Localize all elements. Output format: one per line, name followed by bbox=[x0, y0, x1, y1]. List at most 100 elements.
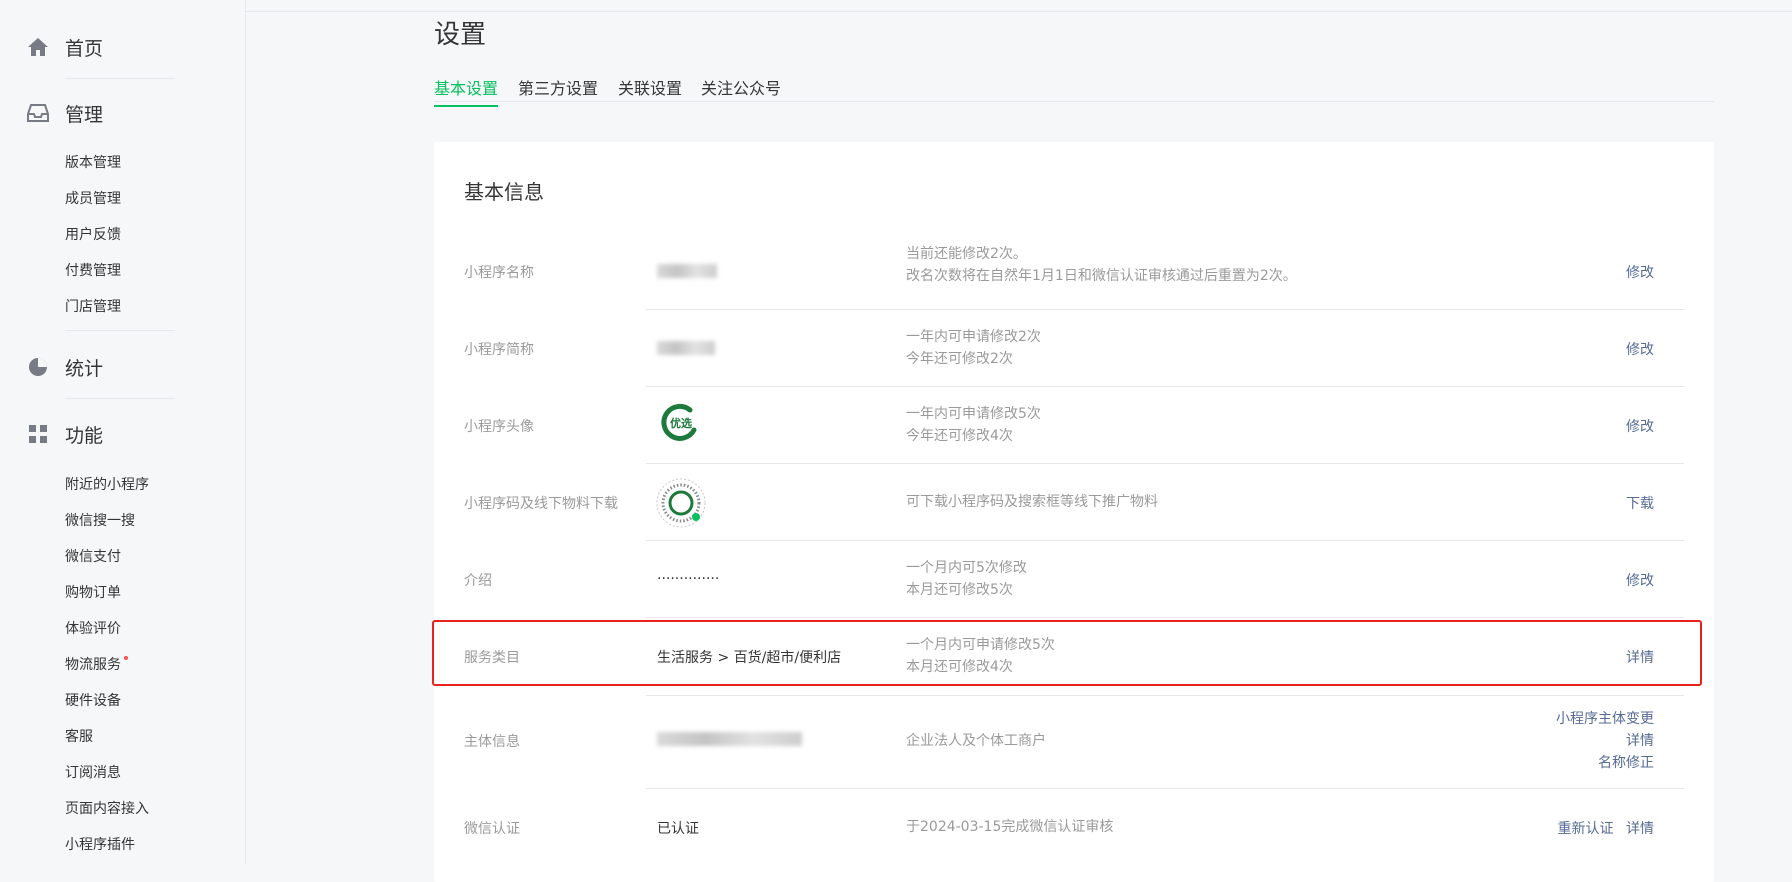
settings-tabs: 基本设置 第三方设置 关联设置 关注公众号 bbox=[434, 70, 1714, 107]
row-label: 小程序名称 bbox=[464, 265, 534, 281]
sidebar-item-members[interactable]: 成员管理 bbox=[65, 188, 121, 208]
nav-home[interactable]: 首页 bbox=[0, 24, 245, 68]
verification-detail-link[interactable]: 详情 bbox=[1626, 821, 1654, 837]
row-divider bbox=[646, 695, 1684, 696]
blurred-value bbox=[657, 732, 802, 746]
notification-dot bbox=[124, 656, 128, 660]
blurred-value bbox=[657, 341, 715, 355]
entity-value bbox=[657, 731, 802, 747]
verification-actions: 重新认证 详情 bbox=[1558, 818, 1654, 838]
card-title: 基本信息 bbox=[464, 180, 544, 204]
inbox-icon bbox=[27, 104, 49, 122]
row-desc: 一年内可申请修改2次 今年还可修改2次 bbox=[906, 326, 1041, 370]
row-label: 主体信息 bbox=[464, 734, 520, 750]
sidebar-item-logistics-label: 物流服务 bbox=[65, 657, 121, 673]
avatar: 优选 bbox=[660, 402, 700, 442]
qr-code-icon bbox=[656, 478, 706, 528]
sidebar-item-payment[interactable]: 付费管理 bbox=[65, 260, 121, 280]
sidebar-item-content[interactable]: 页面内容接入 bbox=[65, 798, 149, 818]
edit-short-name-link[interactable]: 修改 bbox=[1626, 339, 1654, 359]
row-verification: 微信认证 已认证 于2024-03-15完成微信认证审核 重新认证 详情 bbox=[434, 789, 1684, 866]
nav-features-label: 功能 bbox=[65, 425, 104, 447]
avatar-text: 优选 bbox=[670, 416, 692, 430]
sidebar-item-nearby[interactable]: 附近的小程序 bbox=[65, 474, 149, 494]
intro-value: .............. bbox=[657, 567, 720, 583]
row-desc: 于2024-03-15完成微信认证审核 bbox=[906, 816, 1113, 838]
sidebar-item-reviews[interactable]: 体验评价 bbox=[65, 618, 121, 638]
nav-features[interactable]: 功能 bbox=[0, 411, 245, 455]
row-label: 小程序简称 bbox=[464, 342, 534, 358]
row-intro: 介绍 .............. 一个月内可5次修改 本月还可修改5次 修改 bbox=[434, 541, 1684, 618]
sidebar-item-wechat-pay[interactable]: 微信支付 bbox=[65, 546, 121, 566]
row-desc: 可下载小程序码及搜索框等线下推广物料 bbox=[906, 491, 1158, 513]
tab-association[interactable]: 关联设置 bbox=[618, 75, 682, 105]
tab-third-party[interactable]: 第三方设置 bbox=[518, 75, 598, 105]
entity-change-link[interactable]: 小程序主体变更 bbox=[1556, 708, 1654, 730]
row-desc: 企业法人及个体工商户 bbox=[906, 730, 1046, 752]
row-desc: 一个月内可5次修改 本月还可修改5次 bbox=[906, 557, 1027, 601]
tab-basic[interactable]: 基本设置 bbox=[434, 75, 499, 107]
nav-stats-label: 统计 bbox=[65, 358, 104, 380]
highlight-box bbox=[432, 620, 1702, 686]
row-label: 小程序头像 bbox=[464, 419, 534, 435]
row-desc: 一年内可申请修改5次 今年还可修改4次 bbox=[906, 403, 1041, 447]
desc-line-2: 本月还可修改5次 bbox=[906, 582, 1013, 598]
nav-home-label: 首页 bbox=[65, 38, 104, 60]
page-title: 设置 bbox=[434, 20, 487, 50]
entity-actions: 小程序主体变更 详情 名称修正 bbox=[1556, 708, 1654, 774]
desc-line-1: 一年内可申请修改2次 bbox=[906, 329, 1041, 345]
tab-follow-account[interactable]: 关注公众号 bbox=[701, 75, 781, 105]
reverify-link[interactable]: 重新认证 bbox=[1558, 821, 1614, 837]
sidebar-item-customer-service[interactable]: 客服 bbox=[65, 726, 93, 746]
desc-line-2: 改名次数将在自然年1月1日和微信认证审核通过后重置为2次。 bbox=[906, 268, 1297, 284]
short-name-value bbox=[657, 340, 715, 356]
verification-value: 已认证 bbox=[657, 821, 699, 837]
entity-detail-link[interactable]: 详情 bbox=[1556, 730, 1654, 752]
row-avatar: 小程序头像 优选 一年内可申请修改5次 今年还可修改4次 修改 bbox=[434, 387, 1684, 464]
sidebar-item-search[interactable]: 微信搜一搜 bbox=[65, 510, 135, 530]
edit-name-link[interactable]: 修改 bbox=[1626, 262, 1654, 282]
edit-intro-link[interactable]: 修改 bbox=[1626, 570, 1654, 590]
row-desc: 当前还能修改2次。 改名次数将在自然年1月1日和微信认证审核通过后重置为2次。 bbox=[906, 243, 1297, 287]
qr-code[interactable] bbox=[656, 478, 706, 528]
top-bar bbox=[0, 0, 1792, 12]
sidebar: 首页 管理 版本管理 成员管理 用户反馈 付费管理 门店管理 统计 功能 附近的… bbox=[0, 0, 246, 864]
row-label: 介绍 bbox=[464, 573, 492, 589]
edit-avatar-link[interactable]: 修改 bbox=[1626, 416, 1654, 436]
divider bbox=[65, 78, 175, 79]
desc-line-2: 今年还可修改2次 bbox=[906, 351, 1013, 367]
avatar-logo: 优选 bbox=[661, 403, 699, 441]
desc-line-2: 今年还可修改4次 bbox=[906, 428, 1013, 444]
name-value bbox=[657, 263, 717, 279]
divider bbox=[65, 398, 175, 399]
row-label: 小程序码及线下物料下载 bbox=[464, 496, 618, 512]
desc-line-1: 一个月内可5次修改 bbox=[906, 560, 1027, 576]
blurred-value bbox=[657, 264, 717, 278]
desc-line-1: 可下载小程序码及搜索框等线下推广物料 bbox=[906, 494, 1158, 510]
sidebar-item-hardware[interactable]: 硬件设备 bbox=[65, 690, 121, 710]
sidebar-item-version[interactable]: 版本管理 bbox=[65, 152, 121, 172]
sidebar-item-orders[interactable]: 购物订单 bbox=[65, 582, 121, 602]
sidebar-item-subscribe[interactable]: 订阅消息 bbox=[65, 762, 121, 782]
sidebar-item-plugins[interactable]: 小程序插件 bbox=[65, 834, 135, 854]
desc-line-1: 企业法人及个体工商户 bbox=[906, 733, 1046, 749]
desc-line-1: 当前还能修改2次。 bbox=[906, 246, 1027, 262]
row-short-name: 小程序简称 一年内可申请修改2次 今年还可修改2次 修改 bbox=[434, 310, 1684, 387]
row-qrcode: 小程序码及线下物料下载 可下载小程序码及搜索框等线下推广物料 下载 bbox=[434, 464, 1684, 541]
row-name: 小程序名称 当前还能修改2次。 改名次数将在自然年1月1日和微信认证审核通过后重… bbox=[434, 233, 1684, 310]
name-correction-link[interactable]: 名称修正 bbox=[1556, 752, 1654, 774]
desc-line-1: 于2024-03-15完成微信认证审核 bbox=[906, 819, 1114, 835]
home-icon bbox=[28, 38, 48, 56]
desc-line-1: 一年内可申请修改5次 bbox=[906, 406, 1041, 422]
sidebar-item-logistics[interactable]: 物流服务 bbox=[65, 654, 128, 674]
sidebar-item-stores[interactable]: 门店管理 bbox=[65, 296, 121, 316]
download-link[interactable]: 下载 bbox=[1626, 493, 1654, 513]
pie-chart-icon bbox=[29, 358, 47, 376]
row-label: 微信认证 bbox=[464, 821, 520, 837]
row-entity: 主体信息 企业法人及个体工商户 小程序主体变更 详情 名称修正 bbox=[434, 695, 1684, 789]
nav-stats[interactable]: 统计 bbox=[0, 344, 245, 388]
divider bbox=[65, 330, 175, 331]
nav-manage[interactable]: 管理 bbox=[0, 90, 245, 134]
grid-icon bbox=[29, 425, 47, 443]
sidebar-item-feedback[interactable]: 用户反馈 bbox=[65, 224, 121, 244]
